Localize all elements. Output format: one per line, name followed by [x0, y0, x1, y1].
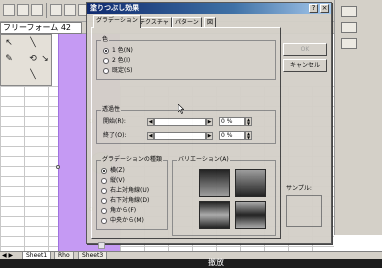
ok-button[interactable]: OK [283, 43, 327, 56]
sample-preview [286, 195, 322, 227]
status-strip [0, 259, 382, 268]
colors-group: 色 1 色(N) 2 色(I) 既定(S) [96, 36, 276, 80]
cancel-button[interactable]: キャンセル [283, 59, 327, 72]
transparency-group: 透過性 開始(R): ◀ ▶ 0 % ▲ ▼ 終了(O): ◀ ▶ 0 % ▲ ▼ [96, 106, 276, 144]
radio-label: 右下対角線(D) [110, 197, 150, 204]
slider-right-arrow[interactable]: ▶ [206, 132, 213, 140]
help-icon[interactable]: ? [309, 4, 318, 13]
close-icon[interactable]: × [320, 4, 329, 13]
slider-left-arrow[interactable]: ◀ [147, 118, 154, 126]
transparency-to-slider[interactable] [154, 132, 206, 140]
slider-right-arrow[interactable]: ▶ [206, 118, 213, 126]
sheet-tabs: ◀ ▶ Sheet1 Rho Sheet3 [0, 251, 382, 260]
colors-group-title: 色 [101, 36, 110, 44]
radio-label: 既定(S) [112, 67, 133, 74]
from-label: 開始(R): [103, 118, 126, 125]
line-icon[interactable]: ╲ [27, 37, 39, 49]
variants-group-title: バリエーション(A) [177, 156, 230, 164]
radio-vertical[interactable] [101, 178, 107, 184]
radio-one-color[interactable] [103, 48, 109, 54]
format-button[interactable] [341, 38, 357, 49]
variants-group: バリエーション(A) [172, 156, 276, 236]
radio-label: 縦(V) [110, 177, 125, 184]
toolbar-separator [46, 3, 47, 18]
mouse-cursor-icon [178, 104, 184, 114]
transparency-group-title: 透過性 [101, 106, 122, 114]
print-icon[interactable] [50, 4, 62, 16]
shading-styles-group: グラデーションの種類 横(Z) 縦(V) 右上対角線(U) 右下対角線(D) 角… [96, 156, 168, 230]
transparency-from-input[interactable]: 0 % [219, 117, 245, 126]
radio-horizontal[interactable] [101, 168, 107, 174]
spin-button[interactable]: ▲ ▼ [245, 131, 252, 140]
arrow-icon[interactable]: ↘ [39, 53, 51, 65]
radio-label: 横(Z) [110, 167, 125, 174]
radio-label: 2 色(I) [112, 57, 131, 64]
spin-button[interactable]: ▲ ▼ [245, 117, 252, 126]
rotate-icon[interactable]: ⟲ [27, 53, 39, 65]
drawing-palette: ↖ ╲ ✎ ⟲ ↘ ╲ [0, 34, 52, 86]
transparency-to-input[interactable]: 0 % [219, 131, 245, 140]
new-file-icon[interactable] [3, 4, 15, 16]
overlay-label: 撤放 [208, 258, 224, 267]
radio-label: 角から(F) [110, 207, 137, 214]
rotate-with-shape-checkbox[interactable] [98, 242, 105, 249]
dialog-title: 塗りつぶし効果 [90, 4, 140, 12]
diagonal-icon[interactable]: ╲ [27, 69, 39, 81]
radio-from-corner[interactable] [101, 208, 107, 214]
right-toolbar [334, 0, 382, 235]
name-box[interactable]: フリーフォーム 42 [0, 22, 82, 34]
sample-label: サンプル: [286, 185, 312, 192]
variant-swatch[interactable] [235, 201, 266, 229]
radio-two-colors[interactable] [103, 58, 109, 64]
shading-group-title: グラデーションの種類 [101, 156, 163, 164]
variant-swatch[interactable] [199, 201, 230, 229]
tab-gradient[interactable]: グラデーション [93, 15, 141, 28]
fill-effects-dialog: 塗りつぶし効果 ? × グラデーション テクスチャ パターン 図 色 1 色(N… [86, 2, 332, 249]
transparency-from-slider[interactable] [154, 118, 206, 126]
format-button[interactable] [341, 22, 357, 33]
variant-swatch[interactable] [199, 169, 230, 197]
pointer-icon[interactable]: ↖ [3, 37, 15, 49]
cut-icon[interactable] [64, 4, 76, 16]
radio-diagonal-down[interactable] [101, 198, 107, 204]
slider-left-arrow[interactable]: ◀ [147, 132, 154, 140]
to-label: 終了(O): [103, 132, 127, 139]
radio-from-center[interactable] [101, 218, 107, 224]
open-folder-icon[interactable] [17, 4, 29, 16]
gradient-panel: 色 1 色(N) 2 色(I) 既定(S) 透過性 開始(R): ◀ ▶ 0 %… [91, 27, 281, 249]
format-button[interactable] [341, 6, 357, 17]
dialog-titlebar[interactable]: 塗りつぶし効果 ? × [87, 3, 331, 14]
radio-label: 1 色(N) [112, 47, 133, 54]
radio-diagonal-up[interactable] [101, 188, 107, 194]
freeform-icon[interactable]: ✎ [3, 53, 15, 65]
variant-swatch[interactable] [235, 169, 266, 197]
radio-label: 中央から(M) [110, 217, 144, 224]
radio-label: 右上対角線(U) [110, 187, 150, 194]
save-icon[interactable] [31, 4, 43, 16]
radio-preset[interactable] [103, 68, 109, 74]
selection-handle[interactable] [56, 165, 60, 169]
